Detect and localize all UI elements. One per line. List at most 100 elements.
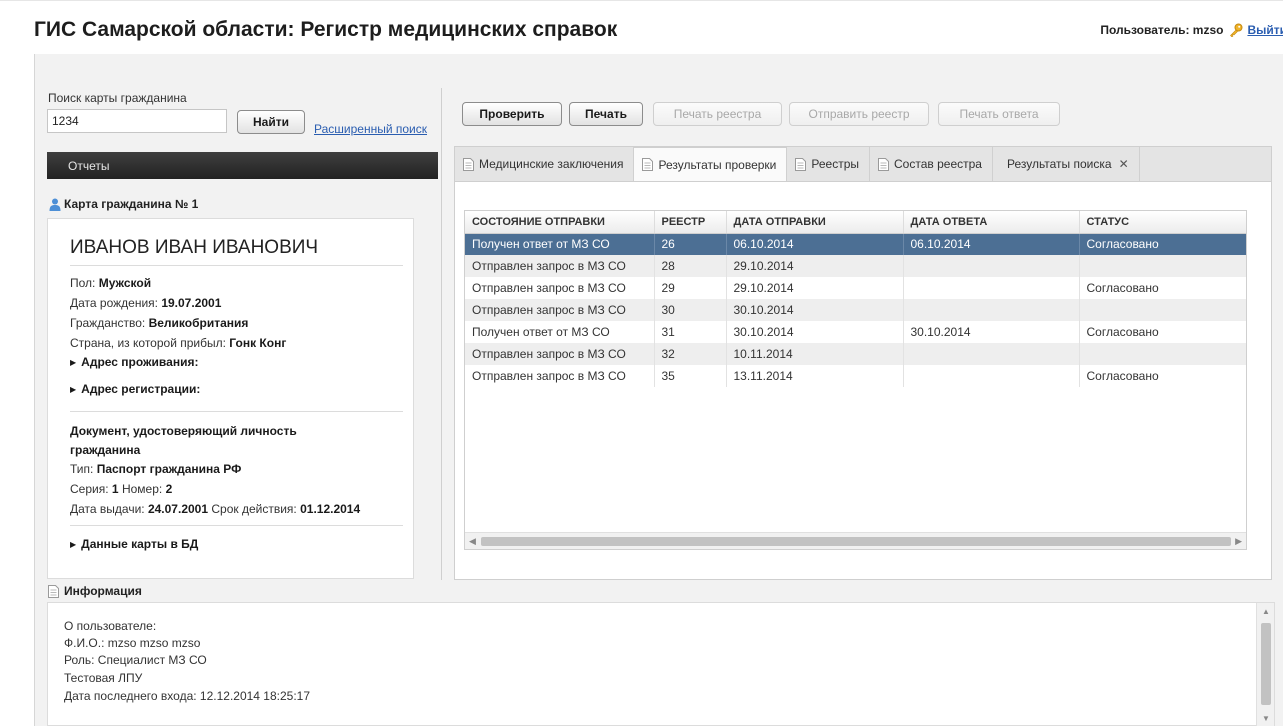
cell-status: Согласовано xyxy=(1079,277,1246,299)
cell-answer-date xyxy=(903,299,1080,321)
vertical-scrollbar[interactable]: ▲ ▼ xyxy=(1256,603,1274,726)
table-row[interactable]: Получен ответ от МЗ СО 31 30.10.2014 30.… xyxy=(465,321,1246,343)
results-grid: СОСТОЯНИЕ ОТПРАВКИ РЕЕСТР ДАТА ОТПРАВКИ … xyxy=(464,210,1247,550)
cell-send-date: 30.10.2014 xyxy=(726,299,904,321)
cell-send-state: Отправлен запрос в МЗ СО xyxy=(465,299,655,321)
sex-line: Пол: Мужской xyxy=(70,276,151,291)
document-title-line2: гражданина xyxy=(70,443,141,457)
document-icon xyxy=(795,157,807,171)
doc-type-value: Паспорт гражданина РФ xyxy=(96,462,242,476)
tab-registry-contents[interactable]: Состав реестра xyxy=(870,147,993,181)
cell-registry: 35 xyxy=(654,365,727,387)
cell-answer-date: 06.10.2014 xyxy=(903,233,1080,255)
cell-registry: 30 xyxy=(654,299,727,321)
tab-search-results[interactable]: Результаты поиска ✕ xyxy=(993,147,1140,181)
scrollbar-thumb[interactable] xyxy=(1261,623,1271,705)
cell-registry: 26 xyxy=(654,233,727,255)
cell-status: Согласовано xyxy=(1079,365,1246,387)
tab-registries[interactable]: Реестры xyxy=(787,147,871,181)
table-header-row: СОСТОЯНИЕ ОТПРАВКИ РЕЕСТР ДАТА ОТПРАВКИ … xyxy=(465,211,1246,234)
tab-label: Результаты поиска xyxy=(1006,157,1112,171)
registration-address-expander[interactable]: Адрес регистрации: xyxy=(70,382,200,398)
scrollbar-thumb[interactable] xyxy=(481,537,1231,546)
cell-status xyxy=(1079,343,1246,365)
tab-check-results[interactable]: Результаты проверки xyxy=(634,147,788,181)
cell-status: Согласовано xyxy=(1079,233,1246,255)
table-row[interactable]: Отправлен запрос в МЗ СО 28 29.10.2014 xyxy=(465,255,1246,277)
print-button[interactable]: Печать xyxy=(569,102,643,126)
citizen-card: ИВАНОВ ИВАН ИВАНОВИЧ Пол: Мужской Дата р… xyxy=(47,218,414,579)
issue-label: Дата выдачи: xyxy=(70,502,145,516)
issue-value: 24.07.2001 xyxy=(147,502,209,516)
table-row[interactable]: Получен ответ от МЗ СО 26 06.10.2014 06.… xyxy=(465,233,1246,255)
divider xyxy=(70,265,403,266)
document-icon xyxy=(878,157,890,171)
cell-send-state: Отправлен запрос в МЗ СО xyxy=(465,255,655,277)
logout-link[interactable]: Выйти xyxy=(1247,23,1283,37)
divider xyxy=(70,525,403,526)
info-title: Информация xyxy=(64,584,142,598)
scroll-down-icon[interactable]: ▼ xyxy=(1262,714,1270,723)
key-icon xyxy=(1230,23,1243,37)
send-registry-button[interactable]: Отправить реестр xyxy=(789,102,929,126)
scroll-up-icon[interactable]: ▲ xyxy=(1262,607,1270,616)
birth-value: 19.07.2001 xyxy=(161,296,222,310)
birth-line: Дата рождения: 19.07.2001 xyxy=(70,296,221,311)
country-value: Гонк Конг xyxy=(229,336,287,350)
person-icon xyxy=(49,198,61,211)
table-row[interactable]: Отправлен запрос в МЗ СО 32 10.11.2014 xyxy=(465,343,1246,365)
search-input[interactable] xyxy=(47,109,227,133)
check-button[interactable]: Проверить xyxy=(462,102,562,126)
citizenship-label: Гражданство: xyxy=(70,316,146,330)
scroll-right-icon[interactable]: ▶ xyxy=(1235,536,1242,547)
cell-send-date: 29.10.2014 xyxy=(726,277,904,299)
table-row[interactable]: Отправлен запрос в МЗ СО 30 30.10.2014 xyxy=(465,299,1246,321)
cell-registry: 31 xyxy=(654,321,727,343)
birth-label: Дата рождения: xyxy=(70,296,158,310)
close-icon[interactable]: ✕ xyxy=(1119,157,1129,171)
cell-answer-date xyxy=(903,255,1080,277)
cell-registry: 32 xyxy=(654,343,727,365)
document-title-line1: Документ, удостоверяющий личность xyxy=(70,424,297,438)
column-header-send-date[interactable]: ДАТА ОТПРАВКИ xyxy=(726,211,904,234)
cell-answer-date xyxy=(903,343,1080,365)
info-line: Тестовая ЛПУ xyxy=(64,671,143,685)
search-label: Поиск карты гражданина xyxy=(48,91,187,105)
horizontal-scrollbar[interactable]: ◀ ▶ xyxy=(465,532,1246,549)
doc-type-line: Тип: Паспорт гражданина РФ xyxy=(70,462,241,477)
cell-send-date: 10.11.2014 xyxy=(726,343,904,365)
tab-label: Результаты проверки xyxy=(658,157,777,172)
residence-address-expander[interactable]: Адрес проживания: xyxy=(70,355,198,371)
table-row[interactable]: Отправлен запрос в МЗ СО 29 29.10.2014 С… xyxy=(465,277,1246,299)
document-icon xyxy=(48,584,59,598)
find-button[interactable]: Найти xyxy=(237,110,305,134)
print-registry-button[interactable]: Печать реестра xyxy=(653,102,782,126)
document-icon xyxy=(463,157,474,171)
reports-bar[interactable]: Отчеты xyxy=(47,152,438,179)
series-number-line: Серия: 1 Номер: 2 xyxy=(70,482,172,497)
column-header-status[interactable]: СТАТУС xyxy=(1079,211,1246,234)
table-row[interactable]: Отправлен запрос в МЗ СО 35 13.11.2014 С… xyxy=(465,365,1246,387)
column-header-send-state[interactable]: СОСТОЯНИЕ ОТПРАВКИ xyxy=(465,211,655,234)
column-header-answer-date[interactable]: ДАТА ОТВЕТА xyxy=(903,211,1080,234)
print-answer-button[interactable]: Печать ответа xyxy=(938,102,1060,126)
cell-status xyxy=(1079,299,1246,321)
advanced-search-link[interactable]: Расширенный поиск xyxy=(314,122,438,136)
cell-status xyxy=(1079,255,1246,277)
user-label: Пользователь: mzso xyxy=(1100,23,1224,37)
cell-send-state: Отправлен запрос в МЗ СО xyxy=(465,277,655,299)
cell-send-date: 29.10.2014 xyxy=(726,255,904,277)
column-header-registry[interactable]: РЕЕСТР xyxy=(654,211,727,234)
number-value: 2 xyxy=(165,482,173,496)
tab-medical-conclusions[interactable]: Медицинские заключения xyxy=(455,147,635,181)
user-area: Пользователь: mzso Выйти xyxy=(1100,23,1283,37)
citizen-card-title: Карта гражданина № 1 xyxy=(49,197,198,211)
divider xyxy=(70,411,403,412)
expiry-label: Срок действия: xyxy=(211,502,297,516)
scroll-left-icon[interactable]: ◀ xyxy=(469,536,476,547)
db-data-expander[interactable]: Данные карты в БД xyxy=(70,537,198,553)
cell-answer-date xyxy=(903,277,1080,299)
info-panel: О пользователе: Ф.И.О.: mzso mzso mzso Р… xyxy=(47,602,1275,726)
cell-send-state: Получен ответ от МЗ СО xyxy=(465,321,655,343)
citizen-card-title-text: Карта гражданина № 1 xyxy=(64,197,199,211)
